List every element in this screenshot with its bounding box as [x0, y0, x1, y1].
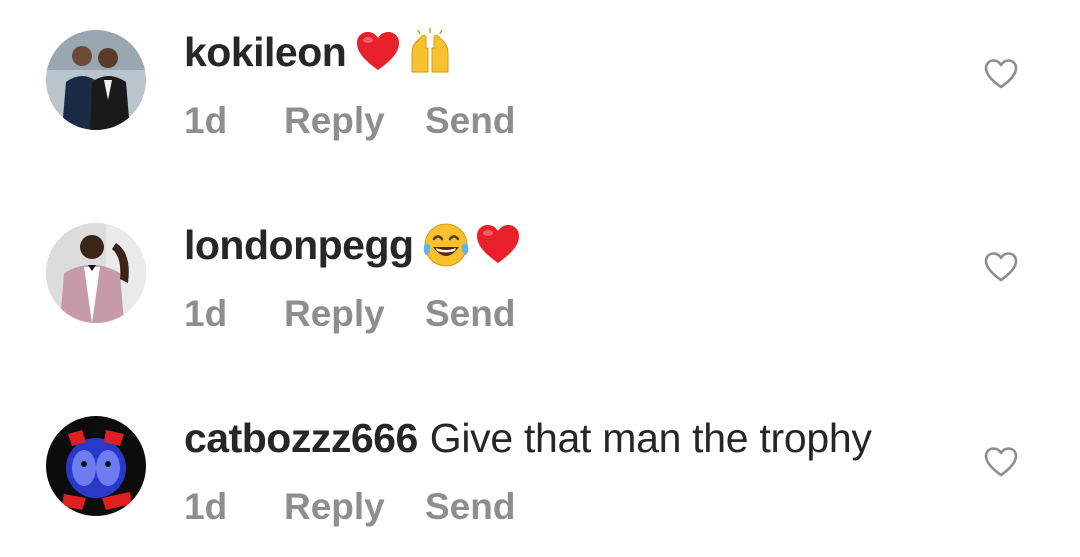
heart-emoji — [474, 221, 522, 269]
heart-outline-icon[interactable] — [983, 446, 1019, 478]
comment-line: kokileon — [184, 26, 940, 78]
comment-timestamp: 1d — [184, 100, 228, 141]
reply-button[interactable]: Reply — [284, 100, 425, 142]
send-button[interactable]: Send — [425, 293, 515, 335]
comment-timestamp: 1d — [184, 293, 228, 334]
tears-of-joy-emoji — [422, 221, 470, 269]
comment-line: londonpegg — [184, 219, 940, 271]
comment-meta: 1d Reply Send — [184, 486, 940, 528]
avatar[interactable] — [46, 416, 146, 516]
comment-line: catbozzz666 Give that man the trophy — [184, 412, 940, 464]
heart-emoji — [354, 28, 402, 76]
comment-body: catbozzz666 Give that man the trophy 1d … — [184, 412, 940, 528]
reply-button[interactable]: Reply — [284, 293, 425, 335]
avatar-image — [46, 416, 146, 516]
avatar[interactable] — [46, 223, 146, 323]
comment-item: londonpegg 1d Reply Send — [0, 193, 1080, 373]
comment-item: catbozzz666 Give that man the trophy 1d … — [0, 386, 1080, 557]
comment-body: londonpegg 1d Reply Send — [184, 219, 940, 335]
comment-username[interactable]: kokileon — [184, 26, 347, 78]
reply-button[interactable]: Reply — [284, 486, 425, 528]
heart-outline-icon[interactable] — [983, 251, 1019, 283]
comment-username[interactable]: londonpegg — [184, 219, 414, 271]
heart-outline-icon[interactable] — [983, 58, 1019, 90]
send-button[interactable]: Send — [425, 486, 515, 528]
comment-meta: 1d Reply Send — [184, 293, 940, 335]
comment-timestamp: 1d — [184, 486, 228, 527]
avatar-image — [46, 30, 146, 130]
avatar[interactable] — [46, 30, 146, 130]
comment-body: kokileon 1d Reply Send — [184, 26, 940, 142]
send-button[interactable]: Send — [425, 100, 515, 142]
comments-list: kokileon 1d Reply Send londonpegg 1d Rep… — [0, 0, 1080, 557]
comment-text: Give that man the trophy — [429, 415, 872, 461]
avatar-image — [46, 223, 146, 323]
comment-item: kokileon 1d Reply Send — [0, 0, 1080, 180]
comment-username[interactable]: catbozzz666 — [184, 412, 418, 464]
raising-hands-emoji — [406, 28, 454, 76]
comment-meta: 1d Reply Send — [184, 100, 940, 142]
